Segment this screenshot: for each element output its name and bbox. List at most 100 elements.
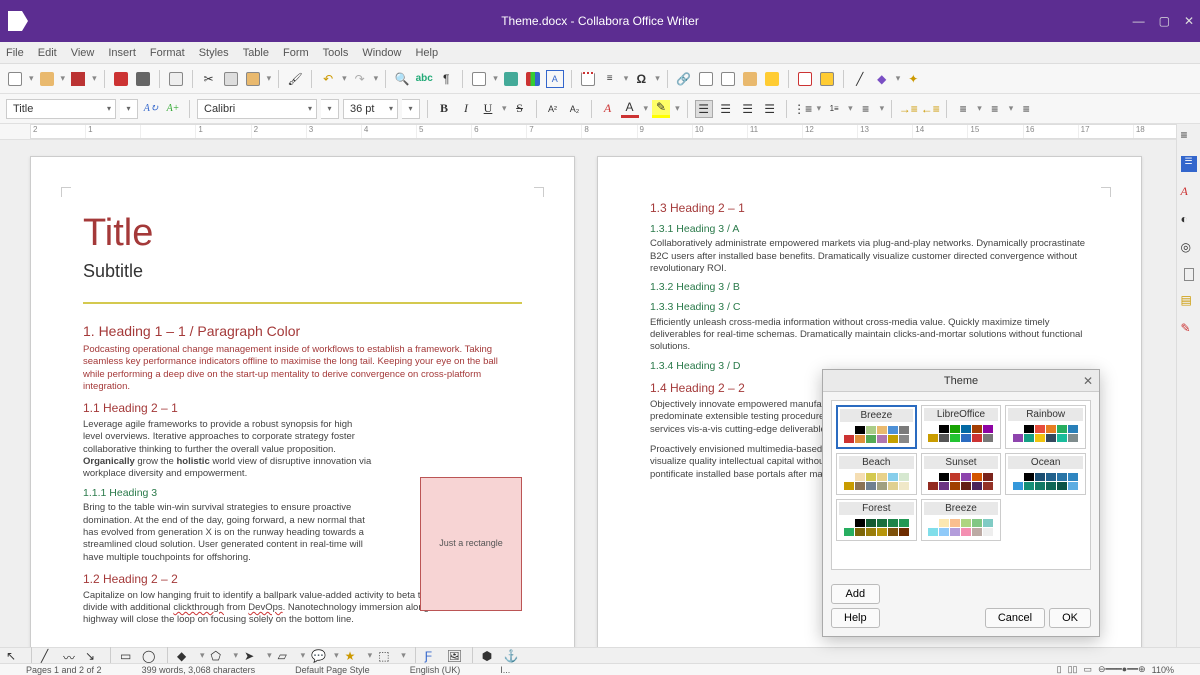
horizontal-ruler[interactable]: 21123456789101112131415161718	[0, 124, 1200, 140]
extrusion-icon[interactable]: ⬢	[482, 649, 498, 663]
insert-table-icon[interactable]	[470, 70, 488, 88]
cancel-button[interactable]: Cancel	[985, 608, 1045, 628]
help-button[interactable]: Help	[831, 608, 880, 628]
heading-2[interactable]: 1.1 Heading 2 – 1	[83, 401, 522, 417]
track-changes-icon[interactable]	[796, 70, 814, 88]
bookmark-icon[interactable]	[719, 70, 737, 88]
highlight-icon[interactable]: ✎	[652, 100, 670, 118]
sidebar-gallery-icon[interactable]: ◐	[1181, 212, 1197, 228]
open-icon[interactable]	[38, 70, 56, 88]
copy-icon[interactable]	[222, 70, 240, 88]
font-color-icon[interactable]: A	[621, 100, 639, 118]
strikethrough-icon[interactable]: S	[511, 100, 529, 118]
rectangle-shape[interactable]: Just a rectangle	[420, 477, 522, 611]
clone-formatting-icon[interactable]: 🖌	[286, 70, 304, 88]
bold-icon[interactable]: B	[435, 100, 453, 118]
view-multi-icon[interactable]: ▯▯	[1068, 664, 1078, 675]
heading-3[interactable]: 1.3.3 Heading 3 / C	[650, 301, 1089, 315]
superscript-icon[interactable]: A²	[544, 100, 562, 118]
print-icon[interactable]	[134, 70, 152, 88]
theme-item-beach[interactable]: Beach	[836, 453, 917, 495]
font-name-dropdown[interactable]: ▾	[321, 99, 339, 119]
theme-item-libreoffice[interactable]: LibreOffice	[921, 405, 1002, 449]
insert-field-icon[interactable]: ≡	[601, 70, 619, 88]
sidebar-changes-icon[interactable]: ✎	[1181, 321, 1197, 337]
theme-item-rainbow[interactable]: Rainbow	[1005, 405, 1086, 449]
menu-window[interactable]: Window	[362, 47, 401, 59]
menu-styles[interactable]: Styles	[199, 47, 229, 59]
paragraph-style-combo[interactable]: Title▾	[6, 99, 116, 119]
align-right-icon[interactable]: ☰	[739, 100, 757, 118]
unordered-list-icon[interactable]: ⋮≡	[794, 100, 812, 118]
zoom-value[interactable]: 110%	[1152, 665, 1174, 675]
insert-textbox-icon[interactable]: A	[546, 70, 564, 88]
line-spacing-icon[interactable]: ≡	[954, 100, 972, 118]
underline-icon[interactable]: U	[479, 100, 497, 118]
connector-icon[interactable]: ↘	[85, 649, 101, 663]
draw-functions-icon[interactable]: ✦	[904, 70, 922, 88]
new-style-icon[interactable]: A+	[164, 100, 182, 118]
para-spacing2-icon[interactable]: ≡	[1017, 100, 1035, 118]
heading-2[interactable]: 1.3 Heading 2 – 1	[650, 201, 1089, 217]
sidebar-properties-icon[interactable]: ☰	[1181, 156, 1197, 172]
status-words[interactable]: 399 words, 3,068 characters	[122, 665, 276, 675]
symbol-shapes-icon[interactable]: ⬠	[211, 649, 227, 663]
select-icon[interactable]: ↖	[6, 649, 22, 663]
cross-ref-icon[interactable]	[741, 70, 759, 88]
menu-help[interactable]: Help	[415, 47, 438, 59]
ordered-list-icon[interactable]: 1≡	[825, 100, 843, 118]
theme-item-breeze[interactable]: Breeze	[836, 405, 917, 449]
increase-indent-icon[interactable]: →≡	[899, 100, 917, 118]
subscript-icon[interactable]: A₂	[566, 100, 584, 118]
paragraph-style-dropdown[interactable]: ▾	[120, 99, 138, 119]
flowchart-icon[interactable]: ▱	[278, 649, 294, 663]
clear-formatting-icon[interactable]: A	[599, 100, 617, 118]
comment-icon[interactable]	[763, 70, 781, 88]
doc-subtitle[interactable]: Subtitle	[83, 260, 522, 283]
heading-3[interactable]: 1.3.2 Heading 3 / B	[650, 281, 1089, 295]
align-justify-icon[interactable]: ☰	[761, 100, 779, 118]
line-tool-icon[interactable]: ╱	[41, 649, 57, 663]
3d-shapes-icon[interactable]: ⬚	[378, 649, 394, 663]
menu-insert[interactable]: Insert	[108, 47, 136, 59]
special-char-icon[interactable]: Ω	[632, 70, 650, 88]
curve-tool-icon[interactable]: 〰	[63, 649, 79, 663]
page-break-icon[interactable]	[579, 70, 597, 88]
show-changes-icon[interactable]	[818, 70, 836, 88]
doc-title[interactable]: Title	[83, 209, 522, 258]
font-name-combo[interactable]: Calibri▾	[197, 99, 317, 119]
dialog-close-icon[interactable]: ✕	[1083, 374, 1093, 388]
dialog-titlebar[interactable]: Theme ✕	[823, 370, 1099, 392]
fontwork-icon[interactable]: Ƒ	[425, 649, 441, 663]
theme-item-forest[interactable]: Forest	[836, 499, 917, 541]
status-language[interactable]: English (UK)	[390, 665, 481, 675]
paragraph[interactable]: Podcasting operational change management…	[83, 344, 522, 393]
font-size-combo[interactable]: 36 pt▾	[343, 99, 398, 119]
para-spacing-icon[interactable]: ≡	[986, 100, 1004, 118]
print-preview-icon[interactable]	[167, 70, 185, 88]
align-center-icon[interactable]: ☰	[717, 100, 735, 118]
sidebar-inspector-icon[interactable]: ▤	[1181, 293, 1197, 309]
heading-3[interactable]: 1.3.1 Heading 3 / A	[650, 223, 1089, 237]
paragraph[interactable]: Leverage agile frameworks to provide a r…	[83, 419, 373, 481]
insert-chart-icon[interactable]	[524, 70, 542, 88]
add-button[interactable]: Add	[831, 584, 880, 604]
status-insert[interactable]: I...	[480, 665, 530, 675]
rect-tool-icon[interactable]: ▭	[120, 649, 136, 663]
decrease-indent-icon[interactable]: ←≡	[921, 100, 939, 118]
shapes-icon[interactable]: ◆	[177, 649, 193, 663]
new-doc-icon[interactable]	[6, 70, 24, 88]
theme-item-breeze[interactable]: Breeze	[921, 499, 1002, 541]
maximize-button[interactable]: ▢	[1159, 14, 1170, 28]
spellcheck-icon[interactable]: abc	[415, 70, 433, 88]
callout-icon[interactable]: 💬	[311, 649, 327, 663]
sidebar-page-icon[interactable]	[1184, 268, 1194, 281]
cut-icon[interactable]: ✂	[200, 70, 218, 88]
insert-image2-icon[interactable]: 🖼	[447, 649, 463, 663]
sidebar-navigator-icon[interactable]: ◎	[1181, 240, 1197, 256]
menu-file[interactable]: File	[6, 47, 24, 59]
theme-item-sunset[interactable]: Sunset	[921, 453, 1002, 495]
paragraph[interactable]: Efficiently unleash cross-media informat…	[650, 317, 1089, 354]
paragraph[interactable]: Bring to the table win-win survival stra…	[83, 502, 373, 564]
footnote-icon[interactable]	[697, 70, 715, 88]
